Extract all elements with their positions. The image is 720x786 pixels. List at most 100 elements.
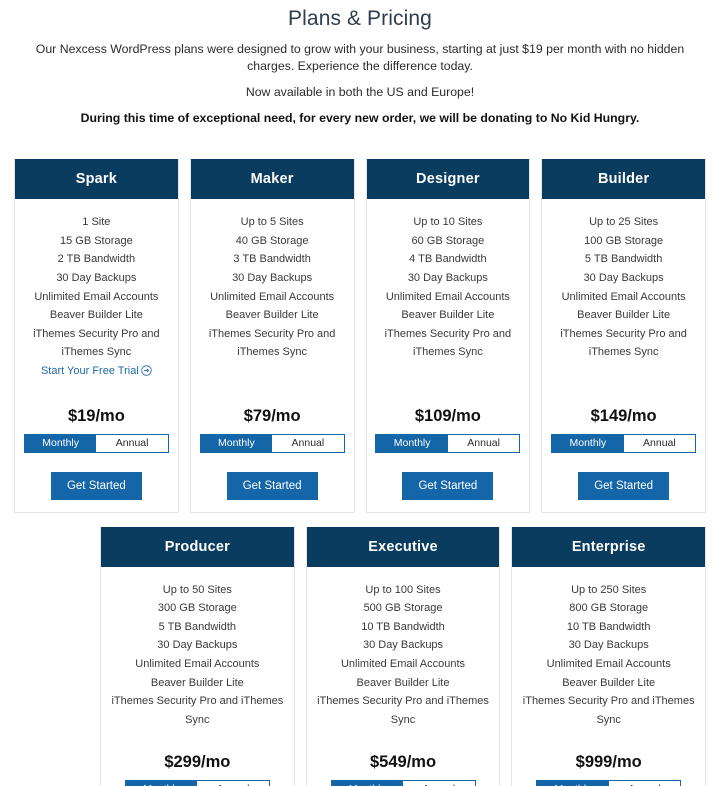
get-started-button-builder[interactable]: Get Started [578,471,670,500]
feature-list: Up to 10 Sites 60 GB Storage 4 TB Bandwidt… [375,213,522,362]
feature-item: Beaver Builder Lite [562,676,656,689]
feature-item: Beaver Builder Lite [49,309,143,322]
feature-item: 300 GB Storage [157,602,237,615]
feature-item: 5 TB Bandwidth [158,620,237,633]
plan-price-executive: $549/mo [369,753,437,772]
card-body: Up to 25 Sites 100 GB Storage 5 TB Bandwid… [542,199,705,511]
feature-item: iThemes Security Pro and iThemes Sync [317,695,489,726]
intro-text: Our Nexcess WordPress plans were designe… [35,42,685,74]
feature-item: 30 Day Backups [56,271,137,284]
billing-option-annual[interactable]: Annual [96,434,168,452]
feature-item: iThemes Security Pro and iThemes Sync [384,327,512,359]
plan-price-designer: $109/mo [414,406,481,425]
get-started-button-spark[interactable]: Get Started [50,471,142,500]
billing-term-toggle: MonthlyAnnual [124,780,270,786]
billing-option-monthly[interactable]: Monthly [125,781,198,786]
feature-item: 30 Day Backups [583,271,664,284]
feature-item: 30 Day Backups [568,639,649,652]
billing-term-toggle: MonthlyAnnual [330,780,476,786]
billing-option-monthly[interactable]: Monthly [200,434,273,452]
feature-item: Up to 25 Sites [589,216,659,229]
feature-item: 5 TB Bandwidth [584,253,663,266]
pricing-row-secondary: Producer Up to 50 Sites 300 GB Storage 5 TB… [0,526,720,786]
feature-item: Up to 50 Sites [162,583,232,596]
feature-list: Up to 100 Sites 500 GB Storage 10 TB Bandw… [315,581,492,730]
plan-name-producer: Producer [101,526,294,567]
pricing-card-spark: Spark 1 Site 15 GB Storage 2 TB Bandwidth 30… [14,159,179,513]
feature-item: Unlimited Email Accounts [385,290,510,303]
arrow-right-circle-icon [141,364,152,383]
plan-name-designer: Designer [366,159,530,200]
free-trial-label: Start Your Free Trial [40,364,139,377]
pricing-page: Plans & Pricing Our Nexcess WordPress pl… [0,0,720,786]
feature-item: 500 GB Storage [363,602,443,615]
feature-item: 800 GB Storage [569,602,649,615]
feature-item: Beaver Builder Lite [577,309,671,322]
feature-item: Unlimited Email Accounts [561,290,686,303]
feature-item: 30 Day Backups [362,639,444,652]
feature-item: Unlimited Email Accounts [135,657,260,670]
card-body: Up to 100 Sites 500 GB Storage 10 TB Bandw… [307,567,500,786]
pricing-card-enterprise: Enterprise Up to 250 Sites 800 GB Storage 1… [511,526,707,786]
get-started-button-maker[interactable]: Get Started [226,471,318,500]
card-body: Up to 250 Sites 800 GB Storage 10 TB Bandw… [512,567,705,786]
feature-item: 4 TB Bandwidth [409,253,487,266]
pricing-card-producer: Producer Up to 50 Sites 300 GB Storage 5 TB… [100,526,295,786]
plan-name-executive: Executive [306,526,500,567]
donation-notice: During this time of exceptional need, fo… [80,111,640,126]
feature-item: Up to 5 Sites [240,216,304,229]
pricing-card-designer: Designer Up to 10 Sites 60 GB Storage 4 TB … [365,159,531,513]
billing-option-monthly[interactable]: Monthly [537,781,609,786]
feature-item: 30 Day Backups [232,271,313,284]
page-title: Plans & Pricing [288,7,432,30]
plan-name-builder: Builder [542,159,705,200]
billing-option-monthly[interactable]: Monthly [24,434,97,452]
feature-item: Unlimited Email Accounts [34,290,159,303]
billing-option-annual[interactable]: Annual [272,434,344,452]
feature-item: 3 TB Bandwidth [233,253,311,266]
feature-item: Beaver Builder Lite [356,676,450,689]
feature-item: Unlimited Email Accounts [340,657,466,670]
plan-price-builder: $149/mo [590,406,657,425]
billing-term-toggle: MonthlyAnnual [23,433,169,453]
feature-item: iThemes Security Pro and iThemes Sync [522,695,695,726]
billing-term-toggle: MonthlyAnnual [536,780,682,786]
feature-item: 10 TB Bandwidth [566,620,651,633]
pricing-card-executive: Executive Up to 100 Sites 500 GB Storage 10… [305,526,501,786]
plan-price-producer: $299/mo [164,753,231,772]
feature-item: Beaver Builder Lite [401,309,495,322]
billing-option-annual[interactable]: Annual [623,434,696,452]
feature-item: Up to 10 Sites [413,216,483,229]
plan-name-maker: Maker [190,159,354,200]
plan-price-maker: $79/mo [243,406,301,425]
billing-option-monthly[interactable]: Monthly [331,781,403,786]
feature-list: Up to 25 Sites 100 GB Storage 5 TB Bandwid… [550,213,697,362]
feature-item: Up to 100 Sites [365,583,441,596]
plan-price-enterprise: $999/mo [575,753,642,772]
free-trial-link[interactable]: Start Your Free Trial [41,362,152,383]
feature-item: 30 Day Backups [407,271,488,284]
feature-list: Up to 5 Sites 40 GB Storage 3 TB Bandwidth… [199,213,346,362]
feature-item: 10 TB Bandwidth [361,620,445,633]
feature-item: Beaver Builder Lite [225,309,319,322]
billing-option-monthly[interactable]: Monthly [376,434,448,452]
billing-term-toggle: MonthlyAnnual [551,433,697,453]
feature-item: 2 TB Bandwidth [57,253,136,266]
feature-list: 1 Site 15 GB Storage 2 TB Bandwidth 30 Day … [23,213,170,362]
feature-item: 1 Site [82,216,111,229]
get-started-button-designer[interactable]: Get Started [402,471,494,500]
feature-item: 100 GB Storage [584,234,664,247]
billing-option-annual[interactable]: Annual [447,434,520,452]
billing-option-annual[interactable]: Annual [197,781,269,786]
feature-item: iThemes Security Pro and iThemes Sync [33,327,160,359]
feature-list: Up to 50 Sites 300 GB Storage 5 TB Bandwid… [109,581,286,730]
feature-item: iThemes Security Pro and iThemes Sync [208,327,336,359]
pricing-row-primary: Spark 1 Site 15 GB Storage 2 TB Bandwidth 30… [0,159,720,513]
card-body: Up to 5 Sites 40 GB Storage 3 TB Bandwidth… [191,199,354,511]
feature-item: iThemes Security Pro and iThemes Sync [111,695,284,726]
billing-option-monthly[interactable]: Monthly [552,434,624,452]
card-body: 1 Site 15 GB Storage 2 TB Bandwidth 30 Day … [15,199,178,511]
feature-item: Unlimited Email Accounts [210,290,335,303]
billing-option-annual[interactable]: Annual [608,781,681,786]
billing-option-annual[interactable]: Annual [403,781,475,786]
